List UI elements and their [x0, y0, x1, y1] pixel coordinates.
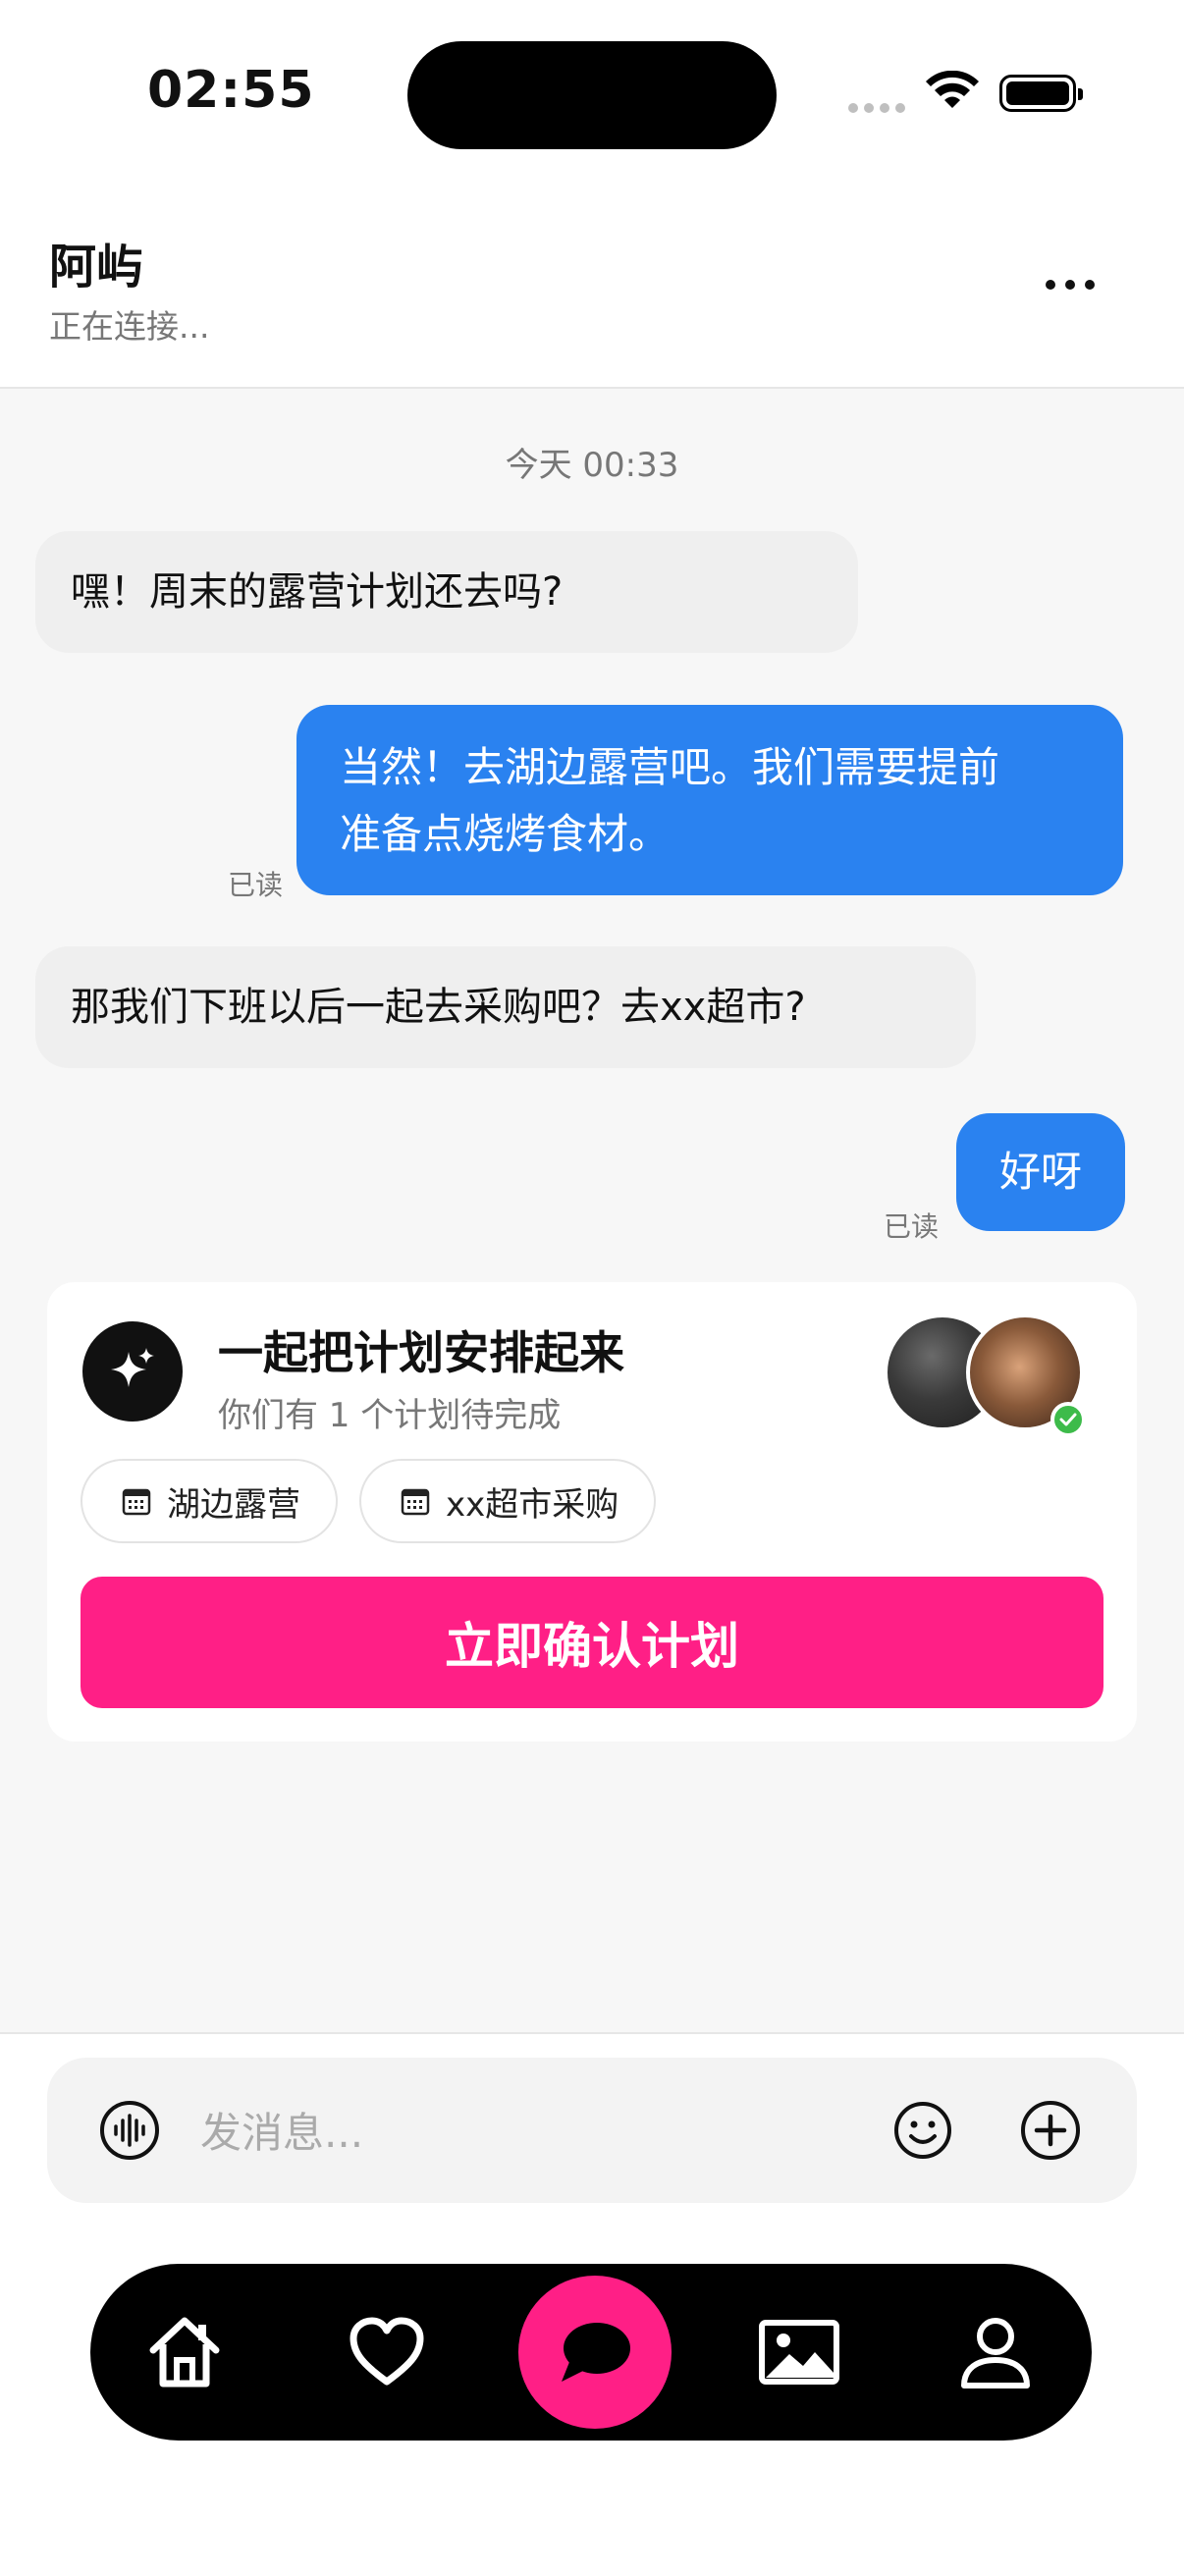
message-incoming[interactable]: 嘿！周末的露营计划还去吗? [35, 531, 858, 653]
message-text: 好呀 [998, 1148, 1082, 1196]
tab-home[interactable] [143, 2311, 226, 2393]
wifi-icon [925, 70, 980, 116]
chat-area[interactable]: 今天 00:33 嘿！周末的露营计划还去吗? 已读 当然！去湖边露营吧。我们需要… [0, 389, 1184, 2032]
profile-icon [961, 2318, 1030, 2388]
chat-icon [562, 2323, 630, 2382]
input-bar [47, 2058, 1137, 2203]
message-text: 嘿！周末的露营计划还去吗? [71, 569, 564, 615]
message-text-line: 当然！去湖边露营吧。我们需要提前 [340, 743, 1000, 791]
tag-label: 湖边露营 [167, 1484, 300, 1525]
home-icon [149, 2317, 220, 2388]
sparkle-icon [82, 1321, 183, 1422]
tag-label: xx超市采购 [446, 1484, 619, 1525]
tab-gallery[interactable] [758, 2311, 840, 2393]
heart-icon [350, 2317, 424, 2386]
battery-icon [999, 75, 1083, 112]
dynamic-island [407, 41, 777, 149]
tab-favorites[interactable] [346, 2311, 428, 2393]
more-dots-icon [1046, 280, 1055, 290]
status-time: 02:55 [147, 61, 315, 120]
plan-tag-shopping[interactable]: xx超市采购 [359, 1459, 657, 1543]
check-icon [1050, 1402, 1086, 1437]
plan-title: 一起把计划安排起来 [218, 1326, 624, 1379]
plan-card: 一起把计划安排起来 你们有 1 个计划待完成 湖边露营 xx超市采购 立即确认计… [47, 1282, 1137, 1742]
tab-chat[interactable] [518, 2276, 672, 2429]
emoji-icon [894, 2102, 951, 2159]
calendar-icon [122, 1488, 151, 1516]
message-outgoing[interactable]: 好呀 [956, 1113, 1125, 1231]
add-attachment-button[interactable] [1019, 2099, 1082, 2162]
time-separator: 今天 00:33 [505, 446, 679, 485]
message-outgoing[interactable]: 当然！去湖边露营吧。我们需要提前 准备点烧烤食材。 [296, 705, 1123, 895]
gallery-icon [759, 2320, 839, 2385]
contact-name: 阿屿 [49, 240, 144, 295]
voice-button[interactable] [98, 2099, 161, 2162]
plus-circle-icon [1021, 2101, 1080, 2160]
chat-header: 阿屿 正在连接... [0, 196, 1184, 389]
cellular-signal-icon [848, 103, 905, 113]
plan-subtitle: 你们有 1 个计划待完成 [218, 1396, 562, 1435]
emoji-button[interactable] [891, 2099, 954, 2162]
confirm-plan-button[interactable]: 立即确认计划 [81, 1577, 1103, 1708]
read-receipt: 已读 [884, 1210, 940, 1243]
message-text: 那我们下班以后一起去采购吧？去xx超市? [71, 985, 806, 1030]
read-receipt: 已读 [228, 869, 284, 901]
tab-profile[interactable] [954, 2311, 1037, 2393]
voice-wave-icon [100, 2101, 159, 2160]
plan-tag-camping[interactable]: 湖边露营 [81, 1459, 338, 1543]
message-text-line: 准备点烧烤食材。 [340, 810, 671, 858]
more-options-button[interactable] [1035, 265, 1105, 304]
bottom-tab-bar [90, 2264, 1092, 2441]
message-incoming[interactable]: 那我们下班以后一起去采购吧？去xx超市? [35, 946, 976, 1068]
calendar-icon [401, 1488, 430, 1516]
message-input[interactable] [198, 2097, 889, 2168]
connection-status: 正在连接... [49, 307, 210, 346]
composer [0, 2032, 1184, 2576]
